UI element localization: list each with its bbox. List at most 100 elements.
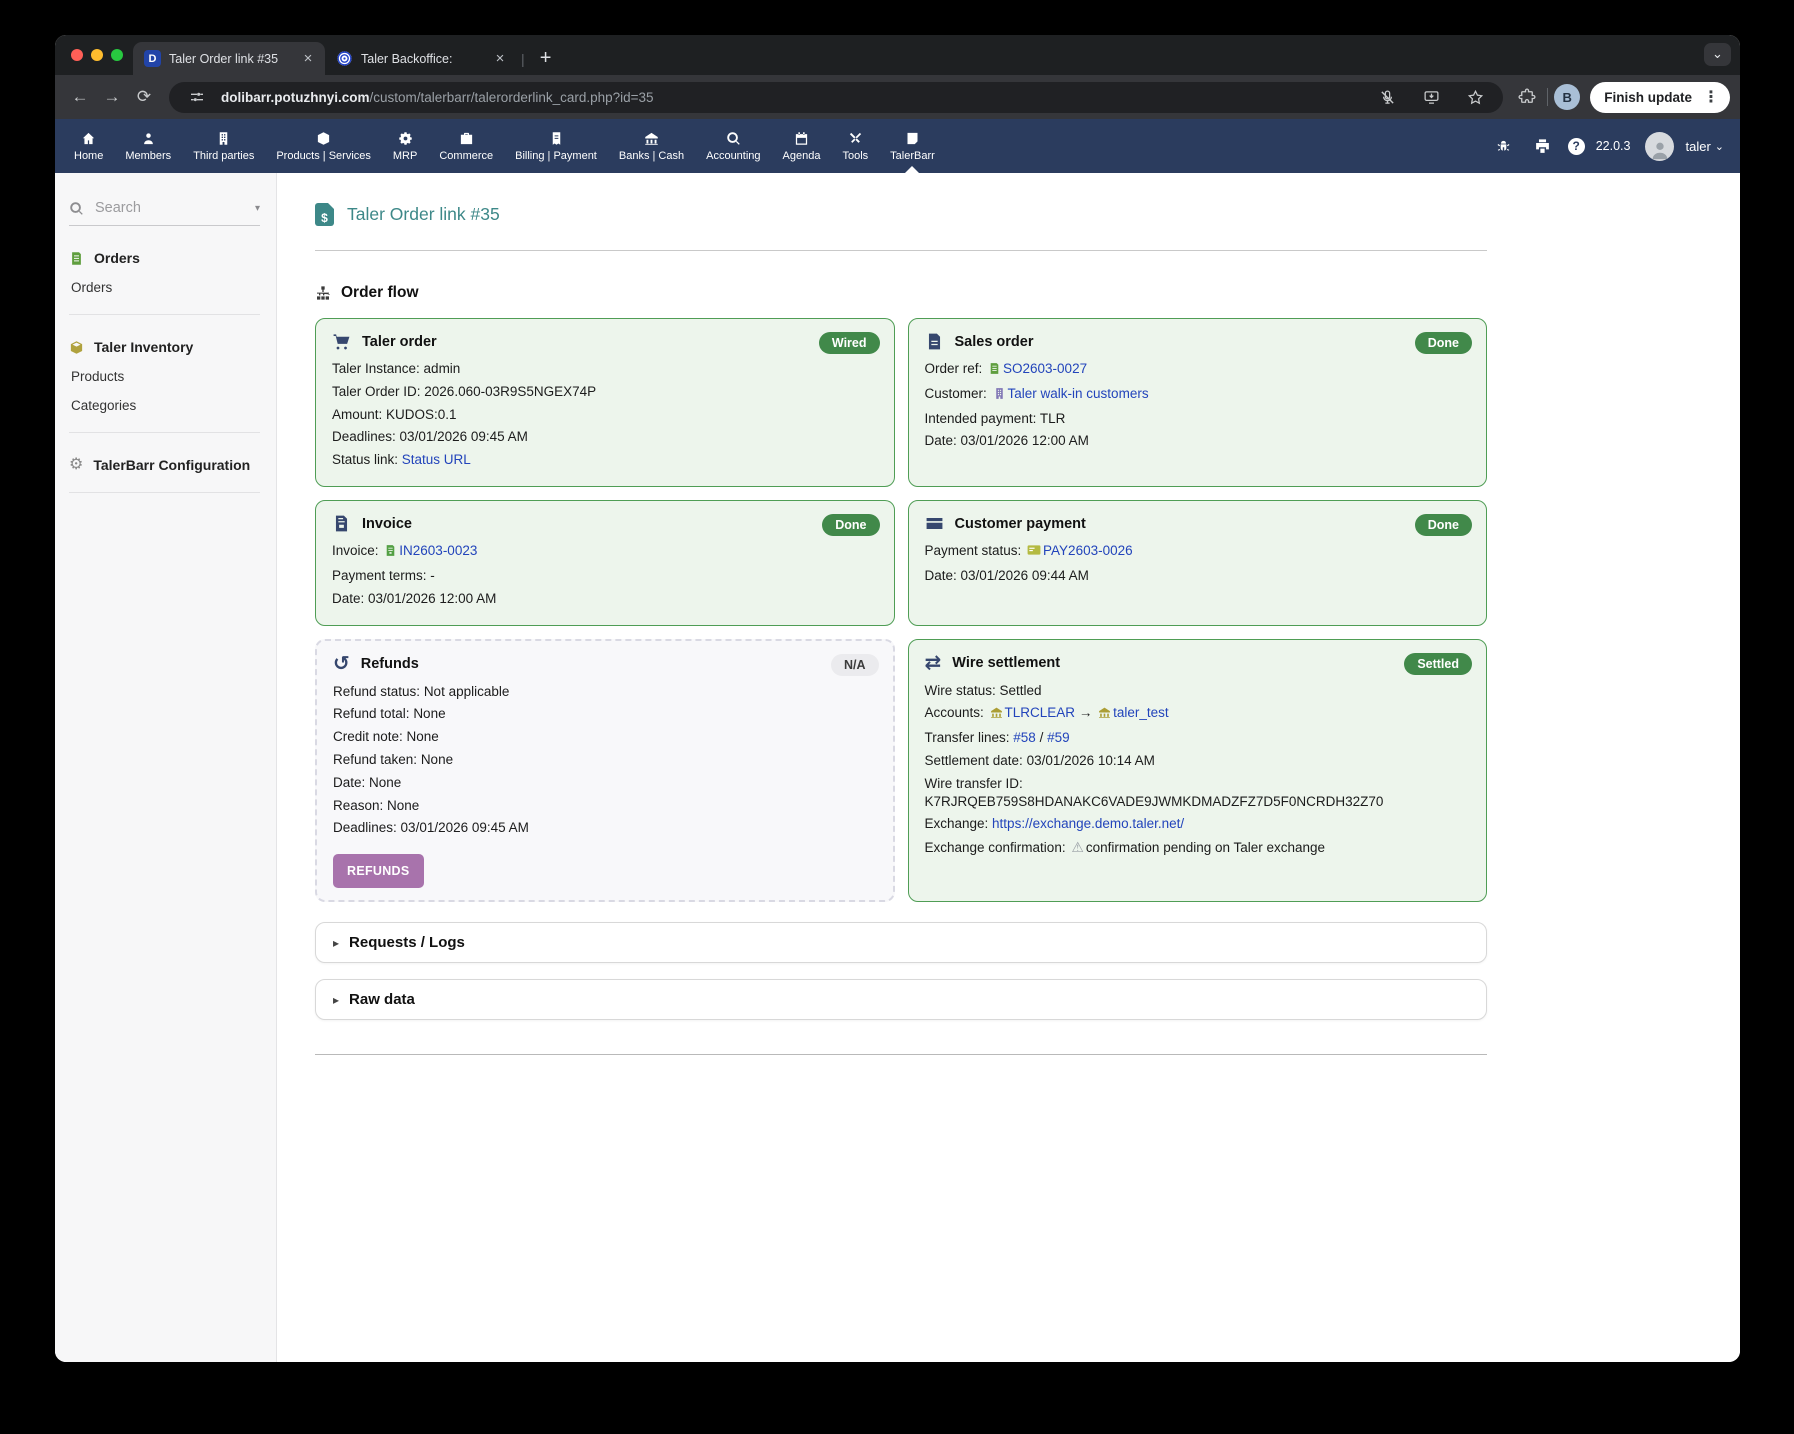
nav-label: Third parties	[193, 150, 254, 162]
sidebar-section-orders: Orders Orders	[69, 250, 260, 295]
nav-item-accounting[interactable]: Accounting	[695, 119, 771, 173]
page-body: ▾ Orders Orders Taler Inventory Products…	[55, 173, 1740, 1362]
building-icon	[993, 387, 1006, 405]
tab-search-chevron-icon[interactable]: ⌄	[1704, 43, 1731, 66]
nav-item-agenda[interactable]: Agenda	[772, 119, 832, 173]
url-text[interactable]: dolibarr.potuzhnyi.com/custom/talerbarr/…	[221, 90, 654, 105]
warning-icon: ⚠	[1071, 839, 1084, 855]
bottom-divider	[315, 1054, 1487, 1055]
main-content: $ Taler Order link #35 Order flow Taler …	[277, 173, 1740, 1362]
new-tab-button[interactable]: +	[533, 47, 559, 70]
invoice-icon	[332, 514, 351, 533]
deadlines-line: Deadlines: 03/01/2026 09:45 AM	[333, 819, 877, 837]
triangle-right-icon: ▸	[333, 936, 339, 950]
user-avatar[interactable]	[1645, 132, 1674, 161]
sidebar-item-categories[interactable]: Categories	[71, 398, 260, 413]
sidebar-inventory-header[interactable]: Taler Inventory	[69, 339, 260, 355]
exchange-url-link[interactable]: https://exchange.demo.taler.net/	[992, 816, 1184, 831]
sidebar-section-taler-inventory: Taler Inventory Products Categories	[69, 339, 260, 413]
account-to-link[interactable]: taler_test	[1113, 705, 1169, 720]
card-customer-payment: Customer payment Done Payment status: PA…	[908, 500, 1488, 625]
install-icon[interactable]	[1417, 83, 1445, 111]
help-icon[interactable]: ?	[1568, 138, 1585, 155]
nav-item-commerce[interactable]: Commerce	[428, 119, 504, 173]
profile-avatar[interactable]: B	[1554, 84, 1580, 110]
browser-menu-icon[interactable]: ⋮	[1698, 87, 1724, 107]
taler-order-doc-icon: $	[315, 203, 334, 226]
raw-data-title: Raw data	[349, 991, 415, 1008]
close-window-button[interactable]	[71, 49, 83, 61]
close-tab-icon[interactable]: ×	[491, 50, 509, 68]
status-url-link[interactable]: Status URL	[402, 452, 471, 467]
nav-item-products-services[interactable]: Products | Services	[265, 119, 382, 173]
tab-strip: D Taler Order link #35 × Taler Backoffic…	[55, 35, 1740, 75]
forward-icon[interactable]: →	[97, 82, 127, 112]
status-badge-wired: Wired	[819, 332, 880, 354]
mic-off-icon[interactable]	[1373, 83, 1401, 111]
nav-item-mrp[interactable]: MRP	[382, 119, 428, 173]
status-link-line: Status link: Status URL	[332, 451, 878, 469]
sidebar-inventory-title: Taler Inventory	[94, 339, 193, 355]
debug-bug-icon[interactable]	[1490, 132, 1518, 160]
user-menu[interactable]: taler ⌄	[1685, 139, 1724, 154]
tab-title: Taler Order link #35	[169, 52, 291, 66]
intended-payment-line: Intended payment: TLR	[925, 410, 1471, 428]
nav-label: Members	[125, 150, 171, 162]
maximize-window-button[interactable]	[111, 49, 123, 61]
transfer-line-a-link[interactable]: #58	[1013, 730, 1036, 745]
back-icon[interactable]: ←	[65, 82, 95, 112]
nav-item-third-parties[interactable]: Third parties	[182, 119, 265, 173]
site-settings-icon[interactable]	[183, 83, 211, 111]
credit-card-icon	[925, 514, 944, 533]
search-caret-icon[interactable]: ▾	[255, 203, 260, 214]
customer-link[interactable]: Taler walk-in customers	[1008, 386, 1149, 401]
extensions-icon[interactable]	[1513, 83, 1541, 111]
account-from-link[interactable]: TLRCLEAR	[1005, 705, 1076, 720]
search-icon	[69, 201, 84, 216]
nav-item-billing-payment[interactable]: Billing | Payment	[504, 119, 608, 173]
nav-item-home[interactable]: Home	[63, 119, 114, 173]
address-bar[interactable]: dolibarr.potuzhnyi.com/custom/talerbarr/…	[169, 82, 1503, 113]
status-badge-done: Done	[1415, 332, 1472, 354]
nav-item-tools[interactable]: Tools	[831, 119, 879, 173]
sidebar-item-orders[interactable]: Orders	[71, 280, 260, 295]
refunds-button[interactable]: REFUNDS	[333, 854, 424, 888]
browser-toolbar: ← → ⟳ dolibarr.potuzhnyi.com/custom/tale…	[55, 75, 1740, 119]
refund-taken-line: Refund taken: None	[333, 751, 877, 769]
sidebar-item-products[interactable]: Products	[71, 369, 260, 384]
card-title: Customer payment	[955, 516, 1086, 532]
nav-item-members[interactable]: Members	[114, 119, 182, 173]
finish-update-button[interactable]: Finish update ⋮	[1590, 82, 1730, 113]
card-refunds-header: ↺ Refunds	[333, 654, 877, 674]
sidebar-orders-header[interactable]: Orders	[69, 250, 260, 266]
sidebar-section-config: ⚙ TalerBarr Configuration	[69, 457, 260, 473]
transfer-line-b-link[interactable]: #59	[1047, 730, 1070, 745]
tab-taler-order-link[interactable]: D Taler Order link #35 ×	[133, 42, 325, 75]
minimize-window-button[interactable]	[91, 49, 103, 61]
order-flow-header: Order flow	[315, 284, 1487, 302]
date-line: Date: 03/01/2026 09:44 AM	[925, 567, 1471, 585]
close-tab-icon[interactable]: ×	[299, 50, 317, 68]
nav-item-talerbarr[interactable]: TalerBarr	[879, 119, 946, 173]
box-icon	[69, 340, 84, 355]
requests-logs-section[interactable]: ▸ Requests / Logs	[315, 922, 1487, 963]
print-icon[interactable]	[1529, 132, 1557, 160]
document-icon	[925, 332, 944, 351]
invoice-ref-link[interactable]: IN2603-0023	[399, 543, 477, 558]
payment-ref-link[interactable]: PAY2603-0026	[1043, 543, 1133, 558]
bookmark-star-icon[interactable]	[1461, 83, 1489, 111]
tab-taler-backoffice[interactable]: Taler Backoffice: ×	[325, 42, 517, 75]
search-input[interactable]	[93, 199, 213, 217]
nav-item-banks-cash[interactable]: Banks | Cash	[608, 119, 695, 173]
exchange-confirmation-line: Exchange confirmation: ⚠confirmation pen…	[925, 838, 1471, 857]
raw-data-section[interactable]: ▸ Raw data	[315, 979, 1487, 1020]
sidebar-config-header[interactable]: ⚙ TalerBarr Configuration	[69, 457, 260, 473]
page-title: Taler Order link #35	[347, 204, 500, 225]
refund-total-line: Refund total: None	[333, 705, 877, 723]
sidebar-search[interactable]: ▾	[69, 199, 260, 226]
payment-status-line: Payment status: PAY2603-0026	[925, 542, 1471, 562]
date-line: Date: None	[333, 774, 877, 792]
reload-icon[interactable]: ⟳	[129, 82, 159, 112]
sales-order-ref-link[interactable]: SO2603-0027	[1003, 361, 1087, 376]
card-taler-order-header: Taler order	[332, 332, 878, 351]
